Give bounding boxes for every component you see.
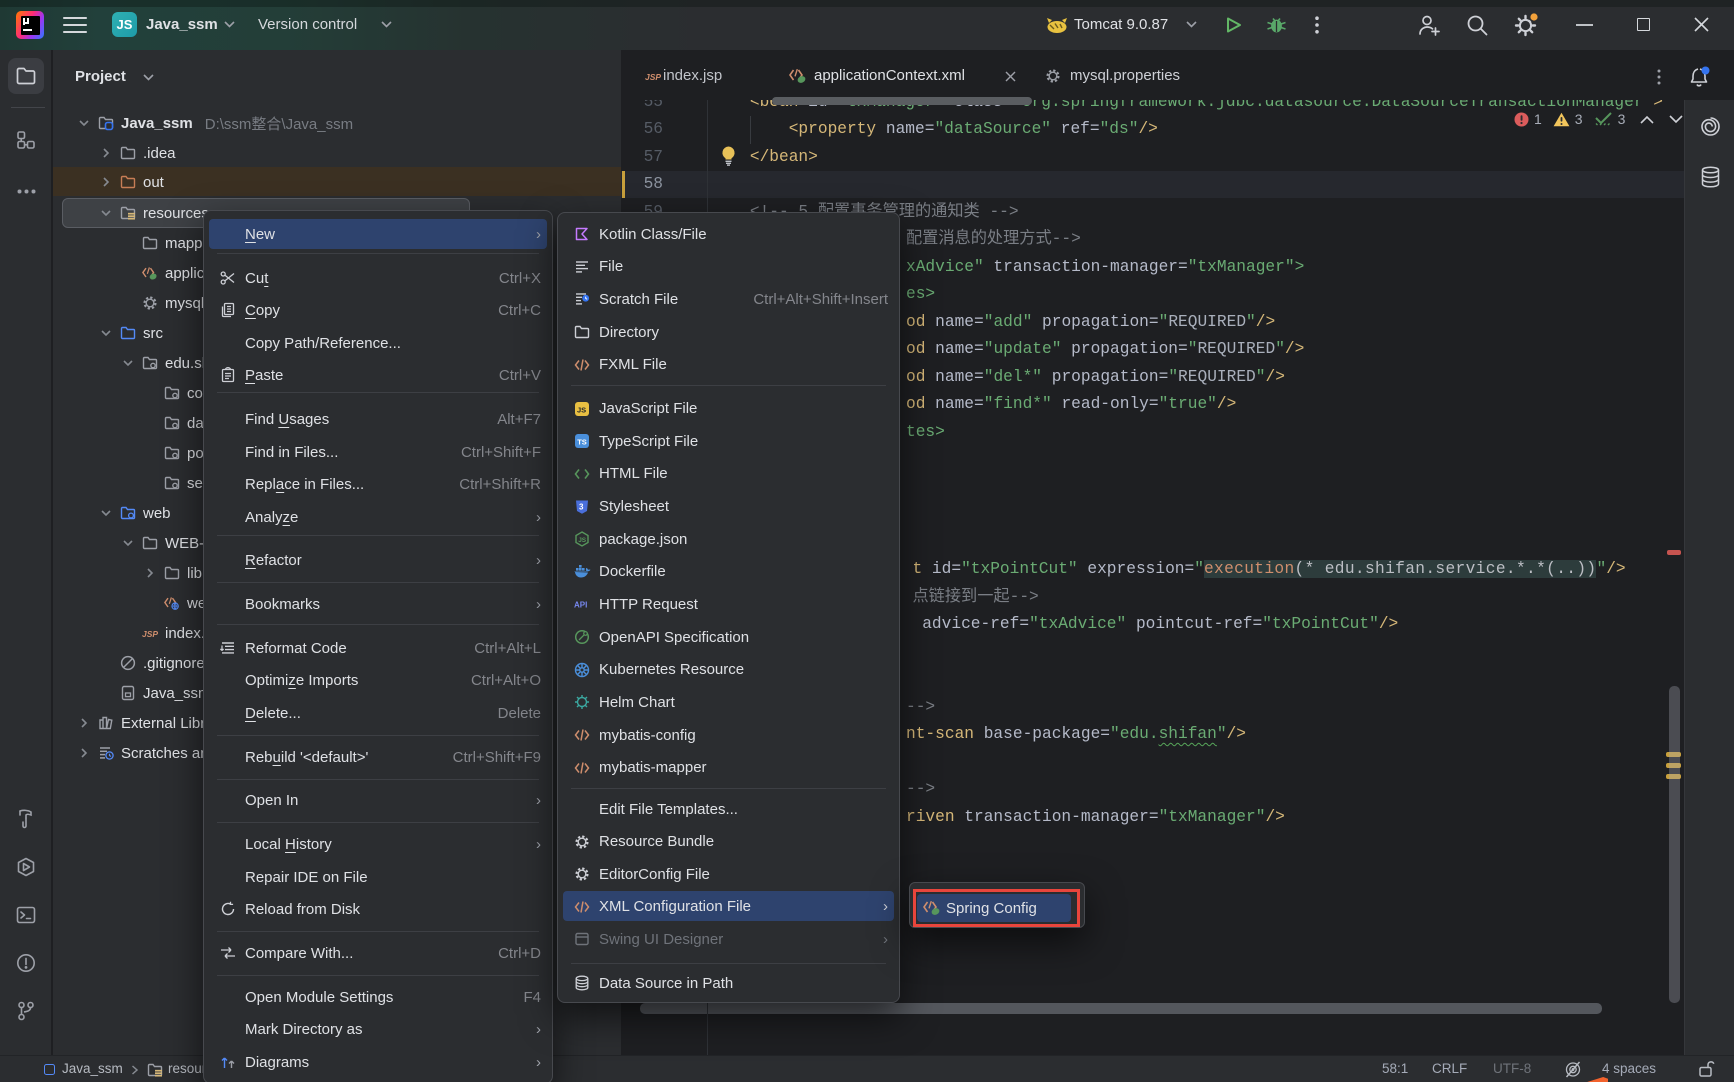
svg-text:JSP: JSP xyxy=(142,629,158,639)
svg-text:JSP: JSP xyxy=(645,72,661,82)
svg-text:TS: TS xyxy=(577,438,587,447)
svg-text:JS: JS xyxy=(578,537,587,544)
svg-text:JS: JS xyxy=(577,405,586,414)
svg-text:3: 3 xyxy=(579,502,584,511)
svg-text:API: API xyxy=(574,601,587,610)
